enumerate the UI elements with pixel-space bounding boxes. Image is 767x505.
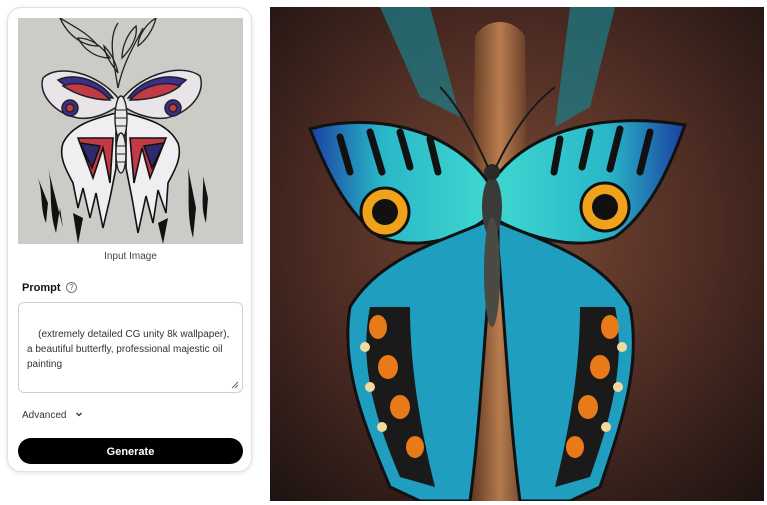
chevron-down-icon[interactable] (75, 410, 83, 418)
generate-button[interactable]: Generate (18, 438, 243, 464)
advanced-toggle[interactable]: Advanced (22, 410, 66, 421)
input-panel: Input Image Prompt ? (extremely detailed… (7, 7, 252, 472)
output-image[interactable] (270, 7, 764, 501)
prompt-label: Prompt (22, 282, 61, 294)
input-image[interactable] (18, 18, 243, 244)
input-image-caption: Input Image (104, 251, 157, 262)
prompt-textarea[interactable]: (extremely detailed CG unity 8k wallpape… (18, 302, 243, 393)
prompt-text: (extremely detailed CG unity 8k wallpape… (27, 329, 233, 370)
question-icon[interactable]: ? (66, 282, 77, 293)
resize-grip-icon[interactable] (231, 381, 239, 389)
